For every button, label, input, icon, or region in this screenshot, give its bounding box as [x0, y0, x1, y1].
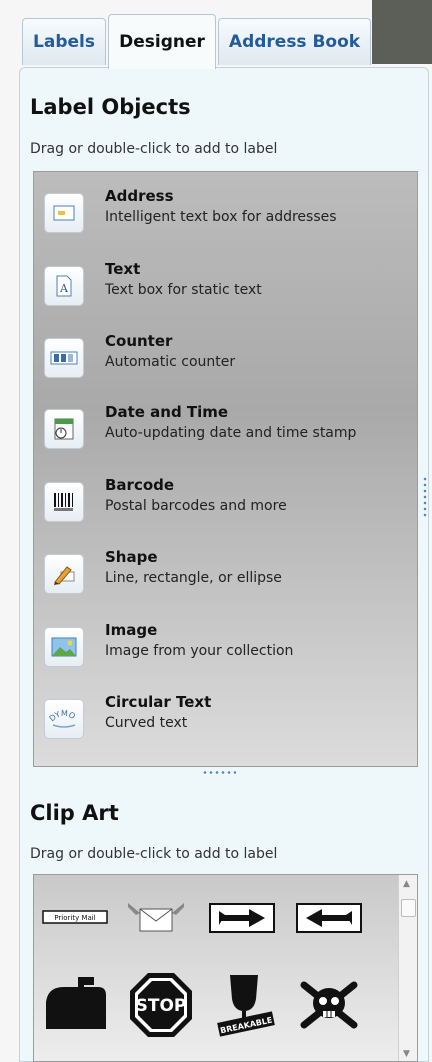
calendar-clock-icon [44, 409, 84, 449]
object-description: Postal barcodes and more [105, 498, 287, 514]
tab-address-book[interactable]: Address Book [218, 18, 371, 65]
object-description: Line, rectangle, or ellipse [105, 570, 282, 586]
barcode-icon [44, 482, 84, 522]
scroll-up-icon[interactable]: ▲ [403, 879, 410, 889]
scroll-thumb[interactable] [401, 899, 416, 917]
address-card-icon [44, 193, 84, 233]
object-title: Image [105, 621, 158, 639]
object-description: Auto-updating date and time stamp [105, 425, 357, 441]
horizontal-splitter-handle[interactable] [202, 770, 236, 776]
envelope-wings-clipart[interactable] [126, 899, 186, 941]
object-shape[interactable]: Shape Line, rectangle, or ellipse [44, 548, 404, 608]
object-description: Intelligent text box for addresses [105, 209, 337, 225]
arrow-right-clipart[interactable] [209, 903, 275, 937]
tab-designer[interactable]: Designer [108, 14, 216, 69]
circular-text-icon: DYMO [44, 699, 84, 739]
counter-icon [44, 338, 84, 378]
object-circular-text[interactable]: DYMO Circular Text Curved text [44, 693, 404, 753]
text-icon: A [44, 266, 84, 306]
window-background [372, 0, 432, 64]
label-objects-list: Address Intelligent text box for address… [33, 171, 418, 767]
object-barcode[interactable]: Barcode Postal barcodes and more [44, 476, 404, 536]
stop-sign-text: STOP [136, 996, 187, 1016]
object-address[interactable]: Address Intelligent text box for address… [44, 187, 404, 247]
priority-mail-clipart[interactable]: Priority Mail [42, 909, 108, 928]
stop-sign-clipart[interactable]: STOP [128, 971, 194, 1045]
object-date-time[interactable]: Date and Time Auto-updating date and tim… [44, 403, 404, 463]
image-icon [44, 627, 84, 667]
clip-art-gallery: Priority Mail STOP BREAKABLE ▲ ▼ [33, 874, 418, 1062]
object-title: Address [105, 187, 174, 205]
object-counter[interactable]: Counter Automatic counter [44, 332, 404, 392]
breakable-glass-clipart[interactable]: BREAKABLE [214, 971, 278, 1047]
object-title: Counter [105, 332, 173, 350]
pencil-shape-icon [44, 554, 84, 594]
object-title: Barcode [105, 476, 175, 494]
clip-art-scrollbar[interactable]: ▲ ▼ [398, 875, 417, 1061]
mailbox-clipart[interactable] [40, 975, 110, 1045]
scroll-down-icon[interactable]: ▼ [403, 1049, 410, 1059]
tab-labels[interactable]: Labels [22, 18, 106, 65]
label-objects-title: Label Objects [30, 95, 191, 119]
priority-mail-text: Priority Mail [54, 914, 95, 922]
svg-text:A: A [59, 282, 69, 295]
vertical-splitter-handle[interactable] [423, 476, 427, 518]
object-title: Text [105, 260, 141, 278]
label-objects-hint: Drag or double-click to add to label [30, 141, 278, 157]
object-description: Text box for static text [105, 282, 262, 298]
object-text[interactable]: A Text Text box for static text [44, 260, 404, 320]
arrow-left-clipart[interactable] [296, 903, 362, 937]
object-description: Image from your collection [105, 643, 294, 659]
skull-crossbones-clipart[interactable] [296, 975, 362, 1039]
clip-art-title: Clip Art [30, 801, 119, 825]
object-title: Date and Time [105, 403, 229, 421]
object-image[interactable]: Image Image from your collection [44, 621, 404, 681]
tab-bar: Labels Designer Address Book [22, 14, 372, 69]
object-title: Circular Text [105, 693, 212, 711]
clip-art-hint: Drag or double-click to add to label [30, 846, 278, 862]
object-description: Curved text [105, 715, 188, 731]
svg-text:DYMO: DYMO [49, 709, 77, 723]
object-title: Shape [105, 548, 158, 566]
object-description: Automatic counter [105, 354, 236, 370]
